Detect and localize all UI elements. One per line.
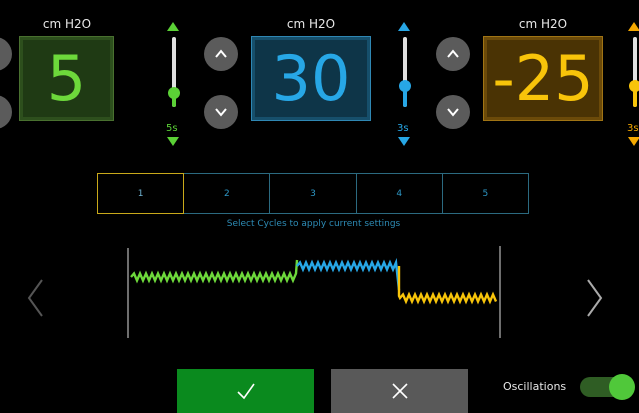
unit-label-green: cm H2O: [42, 17, 92, 31]
orange-down-button[interactable]: [436, 95, 470, 129]
blue-slider-label: 3s: [397, 123, 409, 134]
green-increase-icon[interactable]: [167, 22, 179, 31]
waveform-blue: [296, 257, 401, 291]
blue-increase-icon[interactable]: [398, 22, 410, 31]
unit-label-blue: cm H2O: [286, 17, 336, 31]
cycle-selector: 1 2 3 4 5: [97, 173, 530, 214]
cancel-button[interactable]: [331, 369, 468, 413]
checkmark-icon: [236, 383, 255, 400]
cycle-button-5[interactable]: 5: [441, 173, 530, 214]
green-slider-label: 5s: [166, 123, 178, 134]
orange-decrease-icon[interactable]: [628, 137, 639, 146]
orange-increase-icon[interactable]: [628, 22, 639, 31]
blue-slider-knob[interactable]: [399, 80, 411, 92]
oscillations-toggle[interactable]: [609, 374, 635, 400]
left-up-button-partial[interactable]: [0, 37, 12, 71]
pressure-value-blue[interactable]: 30: [251, 36, 371, 121]
chevron-left-icon[interactable]: [27, 279, 43, 317]
orange-slider-knob[interactable]: [629, 80, 639, 92]
cycle-button-3[interactable]: 3: [269, 173, 357, 214]
waveform-preview: [27, 246, 603, 338]
cycle-button-2[interactable]: 2: [183, 173, 271, 214]
cycle-button-4[interactable]: 4: [355, 173, 443, 214]
oscillations-label: Oscillations: [503, 380, 567, 393]
orange-up-button[interactable]: [436, 37, 470, 71]
confirm-button[interactable]: [177, 369, 314, 413]
blue-up-button[interactable]: [204, 37, 238, 71]
orange-slider-label: 3s: [627, 123, 639, 134]
left-down-button-partial[interactable]: [0, 95, 12, 129]
pressure-value-orange[interactable]: -25: [483, 36, 603, 121]
blue-down-button[interactable]: [204, 95, 238, 129]
cycle-hint: Select Cycles to apply current settings: [226, 219, 401, 229]
green-decrease-icon[interactable]: [167, 137, 179, 146]
blue-decrease-icon[interactable]: [398, 137, 410, 146]
waveform-orange: [397, 266, 498, 305]
chevron-down-icon: [215, 108, 227, 117]
green-slider-knob[interactable]: [168, 87, 180, 99]
cycle-button-1[interactable]: 1: [97, 173, 185, 214]
chevron-up-icon: [447, 49, 459, 58]
chevron-up-icon: [215, 49, 227, 58]
unit-label-orange: cm H2O: [518, 17, 568, 31]
close-icon: [391, 383, 408, 399]
waveform-green: [130, 259, 299, 284]
chevron-right-icon[interactable]: [587, 279, 603, 317]
chevron-down-icon: [447, 108, 459, 117]
pressure-value-green[interactable]: 5: [19, 36, 114, 121]
